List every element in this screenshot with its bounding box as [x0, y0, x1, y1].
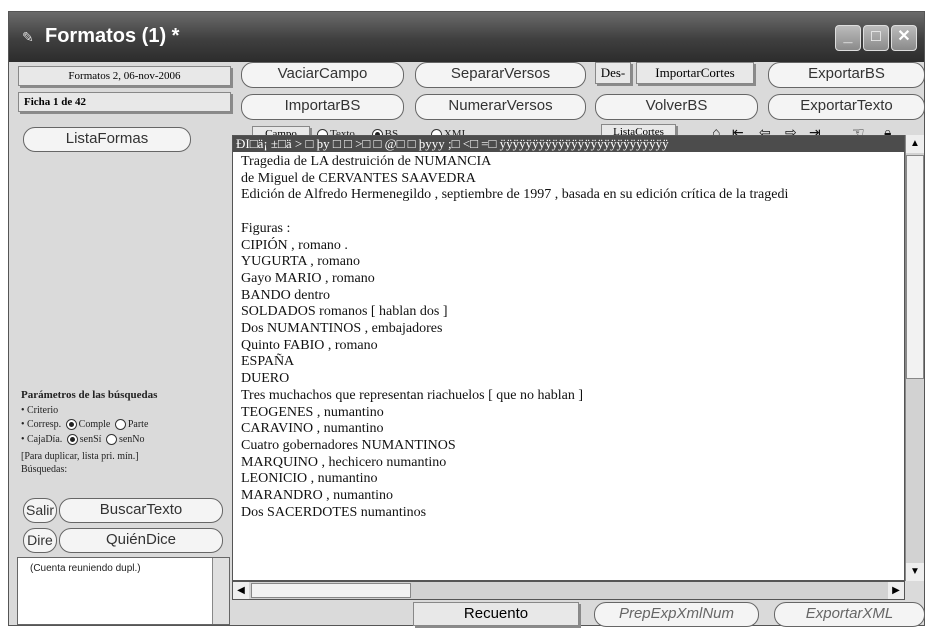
prep-exp-xml-num-button[interactable]: PrepExpXmlNum	[594, 602, 759, 627]
results-listbox[interactable]: (Cuenta reuniendo dupl.)	[17, 557, 230, 625]
text-line: Figuras :	[241, 220, 291, 236]
salir-button[interactable]: Salir	[23, 498, 57, 523]
importar-cortes-tab[interactable]: ImportarCortes	[636, 62, 754, 84]
window-title: Formatos (1) *	[45, 25, 180, 47]
params-title: Parámetros de las búsquedas	[21, 389, 158, 401]
text-line	[241, 204, 896, 221]
des-tab[interactable]: Des-	[595, 62, 631, 84]
cajadia-label: • CajaDía.	[21, 434, 63, 445]
text-line: Tres muchachos que representan riachuelo…	[241, 387, 583, 403]
text-line: CARAVINO , numantino	[241, 421, 384, 437]
scroll-right-icon[interactable]: ▶	[888, 582, 904, 599]
listbox-text: (Cuenta reuniendo dupl.)	[30, 563, 141, 574]
app-icon: ✎	[22, 29, 34, 45]
senno-label: senNo	[118, 434, 145, 445]
scroll-left-icon[interactable]: ◀	[233, 582, 249, 599]
importar-bs-button[interactable]: ImportarBS	[241, 94, 404, 120]
comple-radio[interactable]	[65, 419, 77, 431]
record-counter-tab[interactable]: Ficha 1 de 42	[18, 92, 231, 112]
scroll-down-icon[interactable]: ▼	[906, 563, 924, 581]
exportar-texto-button[interactable]: ExportarTexto	[768, 94, 925, 120]
text-line: SOLDADOS romanos [ hablan dos ]	[241, 304, 448, 320]
date-tab[interactable]: Formatos 2, 06-nov-2006	[18, 66, 231, 86]
text-line: Cuatro gobernadores NUMANTINOS	[241, 437, 456, 453]
vaciar-campo-button[interactable]: VaciarCampo	[241, 62, 404, 88]
quien-dice-button[interactable]: QuiénDice	[59, 528, 223, 553]
criterio-label: • Criterio	[21, 405, 59, 416]
close-button[interactable]: ✕	[891, 25, 917, 51]
recuento-tab[interactable]: Recuento	[413, 602, 579, 626]
minimize-button[interactable]: _	[835, 25, 861, 51]
vertical-scrollbar[interactable]: ▲ ▼	[905, 135, 924, 581]
text-line: LEONICIO , numantino	[241, 471, 378, 487]
senno-radio[interactable]	[105, 434, 117, 446]
text-line: MARANDRO , numantino	[241, 488, 394, 504]
text-line: BANDO dentro	[241, 287, 331, 303]
scroll-up-icon[interactable]: ▲	[906, 135, 924, 153]
horizontal-scrollbar[interactable]: ◀ ▶	[232, 581, 905, 600]
exportar-bs-button[interactable]: ExportarBS	[768, 62, 925, 88]
comple-label: Comple	[78, 419, 111, 430]
text-line: TEOGENES , numantino	[241, 404, 384, 420]
busquedas-label: Búsquedas:	[21, 464, 68, 475]
sensi-radio[interactable]	[66, 434, 78, 446]
text-line: Gayo MARIO , romano	[241, 270, 375, 286]
exportar-xml-button[interactable]: ExportarXML	[774, 602, 925, 627]
text-line: Edición de Alfredo Hermenegildo , septie…	[241, 187, 789, 203]
volver-bs-button[interactable]: VolverBS	[595, 94, 758, 120]
text-line: DUERO	[241, 371, 290, 387]
dire-button[interactable]: Dire	[23, 528, 57, 553]
text-line: Tragedia de LA destruición de NUMANCIA	[241, 154, 492, 169]
maximize-button[interactable]: □	[863, 25, 889, 51]
buscar-texto-button[interactable]: BuscarTexto	[59, 498, 223, 523]
text-line: ESPAÑA	[241, 354, 295, 370]
text-line: Quinto FABIO , romano	[241, 337, 378, 353]
horizontal-scroll-thumb[interactable]	[251, 583, 411, 598]
lista-formas-button[interactable]: ListaFormas	[23, 127, 191, 152]
text-line: Dos SACERDOTES numantinos	[241, 504, 427, 520]
text-line: CIPIÓN , romano .	[241, 237, 348, 253]
numerar-versos-button[interactable]: NumerarVersos	[415, 94, 586, 120]
duplicate-note: [Para duplicar, lista pri. mín.]	[21, 451, 139, 462]
corresp-label: • Corresp.	[21, 419, 62, 430]
text-field[interactable]: ÐI□ä¡ ±□ä > □ þy □ □ >□ □ @□ □ þyyy ;□ <…	[232, 135, 905, 581]
garbled-header-line: ÐI□ä¡ ±□ä > □ þy □ □ >□ □ @□ □ þyyy ;□ <…	[233, 136, 904, 152]
text-line: YUGURTA , romano	[241, 254, 360, 270]
corresp-row: • Corresp. Comple Parte	[21, 419, 149, 431]
parte-label: Parte	[127, 419, 149, 430]
title-bar[interactable]: ✎ Formatos (1) * _ □ ✕	[9, 12, 924, 62]
text-body[interactable]: Tragedia de LA destruición de NUMANCIA d…	[241, 154, 896, 521]
cajadia-row: • CajaDía. senSí senNo	[21, 434, 145, 446]
text-line: Dos NUMANTINOS , embajadores	[241, 321, 443, 337]
vertical-scroll-thumb[interactable]	[906, 155, 924, 379]
listbox-scrollbar[interactable]	[212, 558, 229, 624]
sensi-label: senSí	[79, 434, 102, 445]
text-line: MARQUINO , hechicero numantino	[241, 454, 447, 470]
parte-radio[interactable]	[114, 419, 126, 431]
text-line: de Miguel de CERVANTES SAAVEDRA	[241, 170, 476, 186]
separar-versos-button[interactable]: SepararVersos	[415, 62, 586, 88]
